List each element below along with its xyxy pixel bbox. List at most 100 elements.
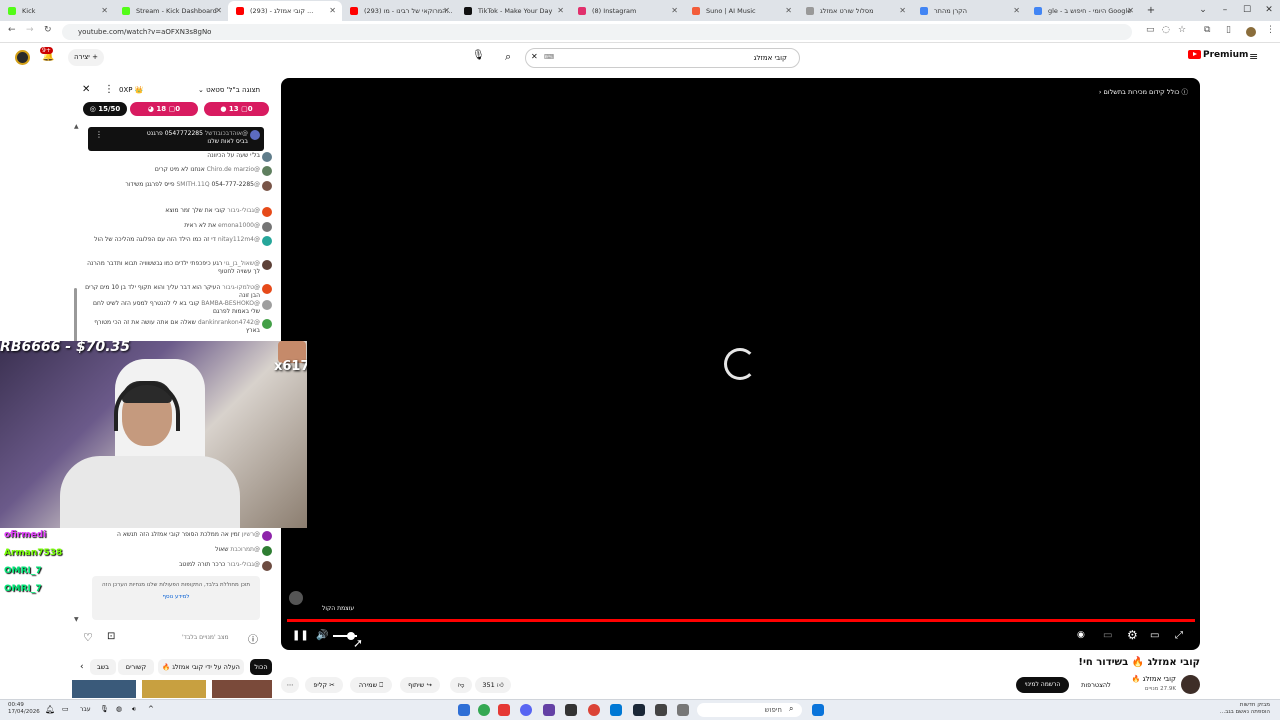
tab-close-icon[interactable]: ✕ [443, 1, 450, 21]
chat-author[interactable]: @emona1000 [218, 222, 260, 229]
clock[interactable]: 00:49 17/04/2026 [8, 702, 40, 716]
chat-message[interactable]: @SMITH.11Q 054-777-2285 פייס לפרגנן משיד… [84, 181, 272, 191]
extensions-icon[interactable]: ⧉ [1204, 25, 1210, 35]
tab-close-icon[interactable]: ✕ [101, 1, 108, 21]
browser-tab[interactable]: gle - היומי - חיפוש ב Google ✕ [1026, 1, 1140, 21]
captions-icon[interactable]: ▭ [1103, 630, 1112, 641]
chat-avatar[interactable] [262, 561, 272, 571]
back-icon[interactable]: ← [8, 25, 16, 35]
browser-tab[interactable]: Suno | AI Music ✕ [684, 1, 798, 21]
filter-chip[interactable]: הכול [250, 659, 272, 675]
chat-avatar[interactable] [262, 166, 272, 176]
taskbar-app-icon[interactable] [458, 704, 470, 716]
windows-start-icon[interactable] [812, 704, 824, 716]
taskbar-app-icon[interactable] [655, 704, 667, 716]
more-info-link[interactable]: למידע נוסף [162, 594, 189, 600]
tab-close-icon[interactable]: ✕ [1127, 1, 1134, 21]
fullscreen-icon[interactable]: ⤢ [1175, 630, 1183, 641]
chat-message[interactable]: @טלמקו-גיבור העיקר הוא דבר עליך והוא תקו… [84, 284, 272, 300]
chat-message[interactable]: @emona1000 את לא ראית [84, 222, 272, 232]
chat-message[interactable]: בל'י שעה על הכיוונה [84, 152, 272, 162]
chat-avatar[interactable] [262, 546, 272, 556]
chat-author[interactable]: @טלמקו-גיבור [222, 284, 260, 291]
chat-info-icon[interactable]: ⓘ [248, 631, 258, 646]
chat-message[interactable]: @תמרוכבת שאול [84, 546, 272, 556]
settings-gear-icon[interactable]: ⚙ [1127, 628, 1138, 642]
new-tab-icon[interactable]: + [1140, 1, 1162, 21]
chat-message[interactable]: @גבולי-גיבור כרכר תורה למוטב [84, 561, 272, 571]
guide-menu-icon[interactable]: ≡ [1249, 50, 1258, 63]
account-avatar[interactable] [15, 50, 30, 65]
chat-avatar[interactable] [262, 319, 272, 329]
taskbar-app-icon[interactable] [565, 704, 577, 716]
channel-avatar[interactable] [1181, 675, 1200, 694]
share-button[interactable]: שיתוף ↪ [400, 677, 440, 693]
sidebar-icon[interactable]: ▯ [1226, 25, 1231, 35]
chat-author[interactable]: @תמרוכבת [230, 546, 260, 553]
filter-chip[interactable]: בשב [90, 659, 116, 675]
create-button[interactable]: יצירה + [68, 49, 104, 66]
related-thumbnail[interactable] [141, 680, 206, 698]
browser-tab[interactable]: Kick ✕ [0, 1, 114, 21]
channel-name[interactable]: קובי אמזלג 🔥 [1130, 675, 1176, 683]
chat-menu-icon[interactable]: ⋮ [104, 84, 114, 95]
minimize-button[interactable]: – [1214, 0, 1236, 21]
cast-icon[interactable]: ▭ [1146, 25, 1155, 35]
autoplay-icon[interactable]: ◉ [1077, 630, 1085, 640]
close-window-button[interactable]: ✕ [1258, 0, 1280, 21]
chrome-icon[interactable] [588, 704, 600, 716]
chat-avatar[interactable] [262, 236, 272, 246]
mic-icon[interactable]: 🎙 [472, 50, 485, 61]
tray-wifi-icon[interactable]: ◍ [116, 705, 122, 713]
chat-author[interactable]: @רשיון [242, 531, 260, 538]
scroll-up-icon[interactable]: ▲ [74, 123, 79, 130]
chat-message[interactable]: @nitay112m4 די זה כמו הילד הזה עם הפלוגה… [84, 236, 272, 246]
dislike-button[interactable]: 👎︎ [450, 677, 472, 693]
youtube-premium-logo[interactable]: Premium [1188, 50, 1248, 60]
tray-expand-icon[interactable]: ^ [148, 705, 154, 713]
like-button[interactable]: 351 👍︎ [475, 677, 511, 693]
forward-icon[interactable]: → [26, 25, 34, 35]
volume-icon[interactable]: 🔊 [316, 630, 328, 641]
chat-author[interactable]: @BAMBA-BESHOKO [201, 300, 260, 307]
level-pill[interactable]: ◎ 15/50 [83, 102, 127, 116]
filter-chip[interactable]: קשורים [118, 659, 154, 675]
news-widget[interactable]: מבזק חדשות הוספתה נאשם בגב... [1200, 702, 1270, 716]
clip-button[interactable]: קליפ ✂ [305, 677, 343, 693]
chat-scrollbar[interactable] [74, 288, 77, 343]
pause-icon[interactable]: ❚❚ [292, 630, 309, 641]
close-chat-icon[interactable]: ✕ [82, 84, 90, 95]
chat-message[interactable]: @רשיון זמין אה ממלכת הסופר קובי אמזלג הז… [84, 531, 272, 541]
join-button[interactable]: להצטרפות [1075, 677, 1117, 693]
steam-icon[interactable] [633, 704, 645, 716]
browser-tab[interactable]: קובי אמזלג - (293) ... ✕ [228, 1, 342, 21]
browser-tab[interactable]: מסלול שורט אמזלג ✕ [798, 1, 912, 21]
tab-close-icon[interactable]: ✕ [899, 1, 906, 21]
maximize-button[interactable]: ☐ [1236, 0, 1258, 21]
chat-message[interactable]: @שאול_בן_גוי רגע כיפכפתי ילדים כמו גבששו… [84, 260, 272, 276]
theater-mode-icon[interactable]: ▭ [1150, 630, 1159, 641]
browser-tab[interactable]: (293) המרוקאי של רבינו - מו... ✕ [342, 1, 456, 21]
reload-icon[interactable]: ↻ [44, 25, 52, 35]
reaction-pill-b[interactable]: ● 13 ▢0 [204, 102, 269, 116]
bookmark-star-icon[interactable]: ☆ [1178, 25, 1186, 35]
related-thumbnail[interactable] [211, 680, 272, 698]
tray-mic-icon[interactable]: 🎙︎ [100, 705, 109, 713]
browser-tab[interactable]: הקרן מהתר ✕ [912, 1, 1026, 21]
keyboard-icon[interactable]: ⌨ [544, 53, 554, 61]
tab-search-icon[interactable]: ⌄ [1192, 0, 1214, 21]
pinned-message[interactable]: @אוהדבכובודשל 0547772285 פרגנט בביס לאות… [88, 127, 264, 151]
chat-author[interactable]: @Chiro.de marzio [207, 166, 260, 173]
chat-input[interactable]: מצב 'מנויים בלבד' [182, 634, 229, 641]
chat-avatar[interactable] [262, 181, 272, 191]
chat-avatar[interactable] [262, 531, 272, 541]
battery-icon[interactable]: ▭ [62, 705, 69, 713]
scroll-down-icon[interactable]: ▼ [74, 616, 79, 623]
tab-close-icon[interactable]: ✕ [215, 1, 222, 21]
eye-off-icon[interactable]: ◌ [1162, 25, 1170, 35]
profile-avatar[interactable] [1246, 27, 1256, 37]
browser-tab[interactable]: Stream - Kick Dashboard ✕ [114, 1, 228, 21]
chat-message[interactable]: @dankinrankon4742 שאלה אם אתה עושה את זה… [84, 319, 272, 335]
chat-message[interactable]: @Chiro.de marzio אנחנו לא מיט קרים [84, 166, 272, 176]
chat-avatar[interactable] [262, 152, 272, 162]
